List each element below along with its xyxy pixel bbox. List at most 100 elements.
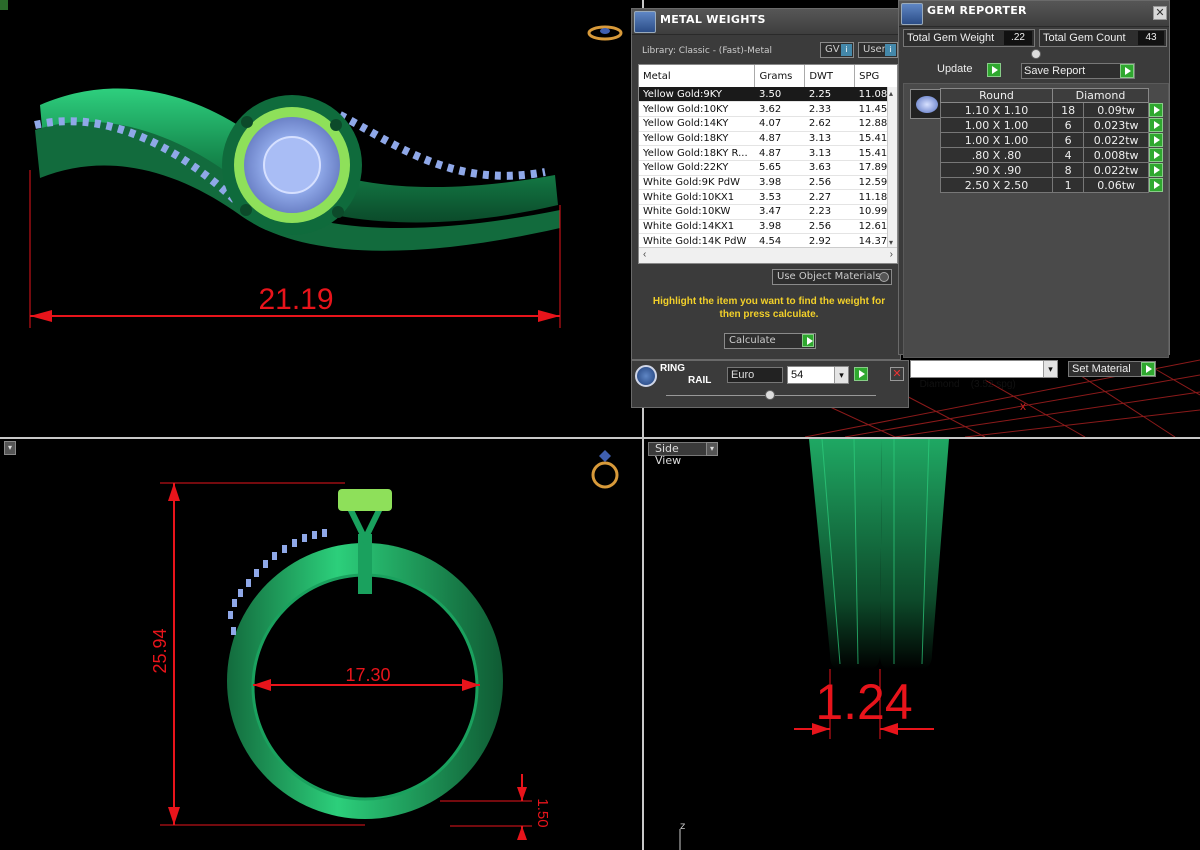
column-header-metal[interactable]: Metal	[639, 65, 756, 87]
svg-text:x: x	[1020, 399, 1026, 413]
metal-weights-titlebar[interactable]: METAL WEIGHTS	[632, 9, 900, 35]
metal-name-cell: White Gold:10KX1	[639, 189, 755, 205]
metal-name-cell: Yellow Gold:22KY	[639, 160, 755, 176]
dwt-cell: 3.63	[804, 160, 855, 176]
ring-size-select[interactable]: 54 ▾	[787, 366, 849, 384]
viewport-perspective[interactable]: Perspective	[0, 0, 643, 437]
grams-cell: 3.47	[754, 204, 805, 220]
gem-reporter-panel: GEM REPORTER ✕ Total Gem Weight .22 Tota…	[898, 0, 1170, 358]
column-header-dwt[interactable]: DWT	[804, 65, 856, 87]
scroll-right-icon[interactable]: ›	[890, 249, 893, 260]
dwt-cell: 2.33	[804, 101, 855, 117]
vertical-scrollbar[interactable]: ▴ ▾	[887, 87, 897, 249]
table-row[interactable]: Yellow Gold:18KY 4.87 3.13 15.41	[639, 131, 897, 147]
material-select[interactable]: Diamond (3.52 spg) ▾	[910, 360, 1058, 390]
table-row[interactable]: Yellow Gold:14KY 4.07 2.62 12.88	[639, 116, 897, 132]
metal-weights-table: Metal Grams DWT SPG Yellow Gold:9KY 3.50 2…	[639, 65, 897, 250]
table-row[interactable]: Yellow Gold:10KY 3.62 2.33 11.45	[639, 101, 897, 117]
grams-cell: 4.87	[754, 131, 805, 147]
grams-cell: 3.53	[754, 189, 805, 205]
grams-cell: 3.98	[754, 219, 805, 235]
calculate-button[interactable]: Calculate	[724, 333, 816, 349]
total-gem-weight-value: .22	[1004, 31, 1032, 45]
diamond-gem-icon[interactable]	[910, 89, 942, 119]
total-gem-weight-group: Total Gem Weight .22	[903, 29, 1035, 47]
metal-name-cell: Yellow Gold:14KY	[639, 116, 755, 132]
head-stone	[338, 489, 392, 511]
metal-weights-table-container[interactable]: Metal Grams DWT SPG Yellow Gold:9KY 3.50 2…	[638, 64, 898, 264]
total-gem-count-label: Total Gem Count	[1043, 32, 1126, 44]
gem-table: Round Diamond 1.10 X 1.10 18 0.09tw 1.00 X …	[940, 88, 1164, 193]
scroll-left-icon[interactable]: ‹	[643, 249, 646, 260]
ring-front-view-icon[interactable]	[591, 450, 619, 489]
gem-row-action[interactable]	[1149, 103, 1164, 118]
ring-standard-input[interactable]: Euro	[727, 367, 783, 383]
gem-size-cell: 1.00 X 1.00	[940, 117, 1053, 133]
set-material-button[interactable]: Set Material	[1068, 361, 1156, 377]
gem-row-arrow-icon	[1149, 163, 1163, 177]
grams-cell: 3.62	[754, 101, 805, 117]
gem-count-cell: 4	[1051, 147, 1085, 163]
ring-view-icon[interactable]	[587, 25, 623, 41]
table-row[interactable]: Yellow Gold:18KY R... 4.87 3.13 15.41	[639, 145, 897, 161]
table-row[interactable]: White Gold:10KX1 3.53 2.27 11.18	[639, 189, 897, 205]
gem-row-arrow-icon	[1149, 148, 1163, 162]
gem-row[interactable]: .90 X .90 8 0.022tw	[940, 162, 1164, 178]
gem-row-action[interactable]	[1149, 178, 1164, 193]
toggle-radio-icon	[879, 272, 889, 282]
user-info-icon: i	[885, 44, 896, 56]
grams-cell: 3.50	[754, 87, 805, 103]
metal-name-cell: Yellow Gold:10KY	[639, 101, 755, 117]
gem-row[interactable]: 1.00 X 1.00 6 0.022tw	[940, 132, 1164, 148]
column-header-diamond: Diamond	[1052, 88, 1149, 103]
gem-reporter-close-icon[interactable]: ✕	[1153, 6, 1167, 20]
user-button[interactable]: User i	[858, 42, 898, 58]
metal-weights-app-icon	[634, 11, 656, 33]
table-row[interactable]: Yellow Gold:22KY 5.65 3.63 17.89	[639, 160, 897, 176]
gem-size-cell: .80 X .80	[940, 147, 1053, 163]
metal-name-cell: White Gold:10KW	[639, 204, 755, 220]
viewport-side[interactable]: Side View ▾ 1.24 z	[644, 439, 1200, 850]
dimension-height: 25.94	[150, 628, 170, 673]
gem-row-action[interactable]	[1149, 163, 1164, 178]
instruction-text: Highlight the item you want to find the …	[652, 296, 886, 320]
table-row[interactable]: White Gold:10KW 3.47 2.23 10.99	[639, 204, 897, 220]
axis-z-label: z	[680, 821, 685, 832]
metal-name-cell: White Gold:9K PdW	[639, 175, 755, 191]
gem-row[interactable]: 2.50 X 2.50 1 0.06tw	[940, 177, 1164, 193]
ring-rail-apply-button[interactable]	[854, 367, 868, 381]
ring-perspective-render: 21.19	[0, 0, 623, 328]
gem-reporter-expand-handle[interactable]	[1031, 49, 1041, 59]
gem-row-action[interactable]	[1149, 133, 1164, 148]
gem-row[interactable]: .80 X .80 4 0.008tw	[940, 147, 1164, 163]
column-header-spg[interactable]: SPG	[854, 65, 897, 87]
scroll-down-icon[interactable]: ▾	[889, 238, 893, 247]
metal-weights-title: METAL WEIGHTS	[660, 13, 766, 26]
horizontal-scrollbar[interactable]: ‹ ›	[639, 247, 897, 263]
gem-count-cell: 8	[1051, 162, 1085, 178]
gem-row-action[interactable]	[1149, 118, 1164, 133]
gem-row[interactable]: 1.10 X 1.10 18 0.09tw	[940, 102, 1164, 118]
gv-button[interactable]: GV i	[820, 42, 854, 58]
gem-row-arrow-icon	[1149, 133, 1163, 147]
ring-side-render: 1.24 z	[679, 439, 949, 850]
table-row[interactable]: White Gold:14KX1 3.98 2.56 12.61	[639, 219, 897, 235]
update-button[interactable]: Update	[937, 63, 1001, 79]
gem-row[interactable]: 1.00 X 1.00 6 0.023tw	[940, 117, 1164, 133]
scroll-up-icon[interactable]: ▴	[889, 89, 893, 98]
metal-weights-panel: METAL WEIGHTS Library: Classic - (Fast)-…	[631, 8, 901, 360]
gem-size-cell: 1.00 X 1.00	[940, 132, 1053, 148]
use-object-materials-toggle[interactable]: Use Object Materials	[772, 269, 892, 285]
dwt-cell: 2.56	[804, 175, 855, 191]
total-gem-weight-label: Total Gem Weight	[907, 32, 995, 44]
ring-rail-slider-handle[interactable]	[765, 390, 775, 400]
table-row[interactable]: White Gold:9K PdW 3.98 2.56 12.59	[639, 175, 897, 191]
gem-row-arrow-icon	[1149, 103, 1163, 117]
ring-rail-close-icon[interactable]: ✕	[890, 367, 904, 381]
viewport-front[interactable]: ▾ 25.94 17.30 1.50	[0, 439, 642, 850]
save-report-button[interactable]: Save Report	[1021, 63, 1135, 79]
table-row[interactable]: Yellow Gold:9KY 3.50 2.25 11.08	[639, 87, 897, 103]
gem-row-action[interactable]	[1149, 148, 1164, 163]
column-header-grams[interactable]: Grams	[754, 65, 806, 87]
gem-reporter-titlebar[interactable]: GEM REPORTER ✕	[899, 1, 1169, 27]
